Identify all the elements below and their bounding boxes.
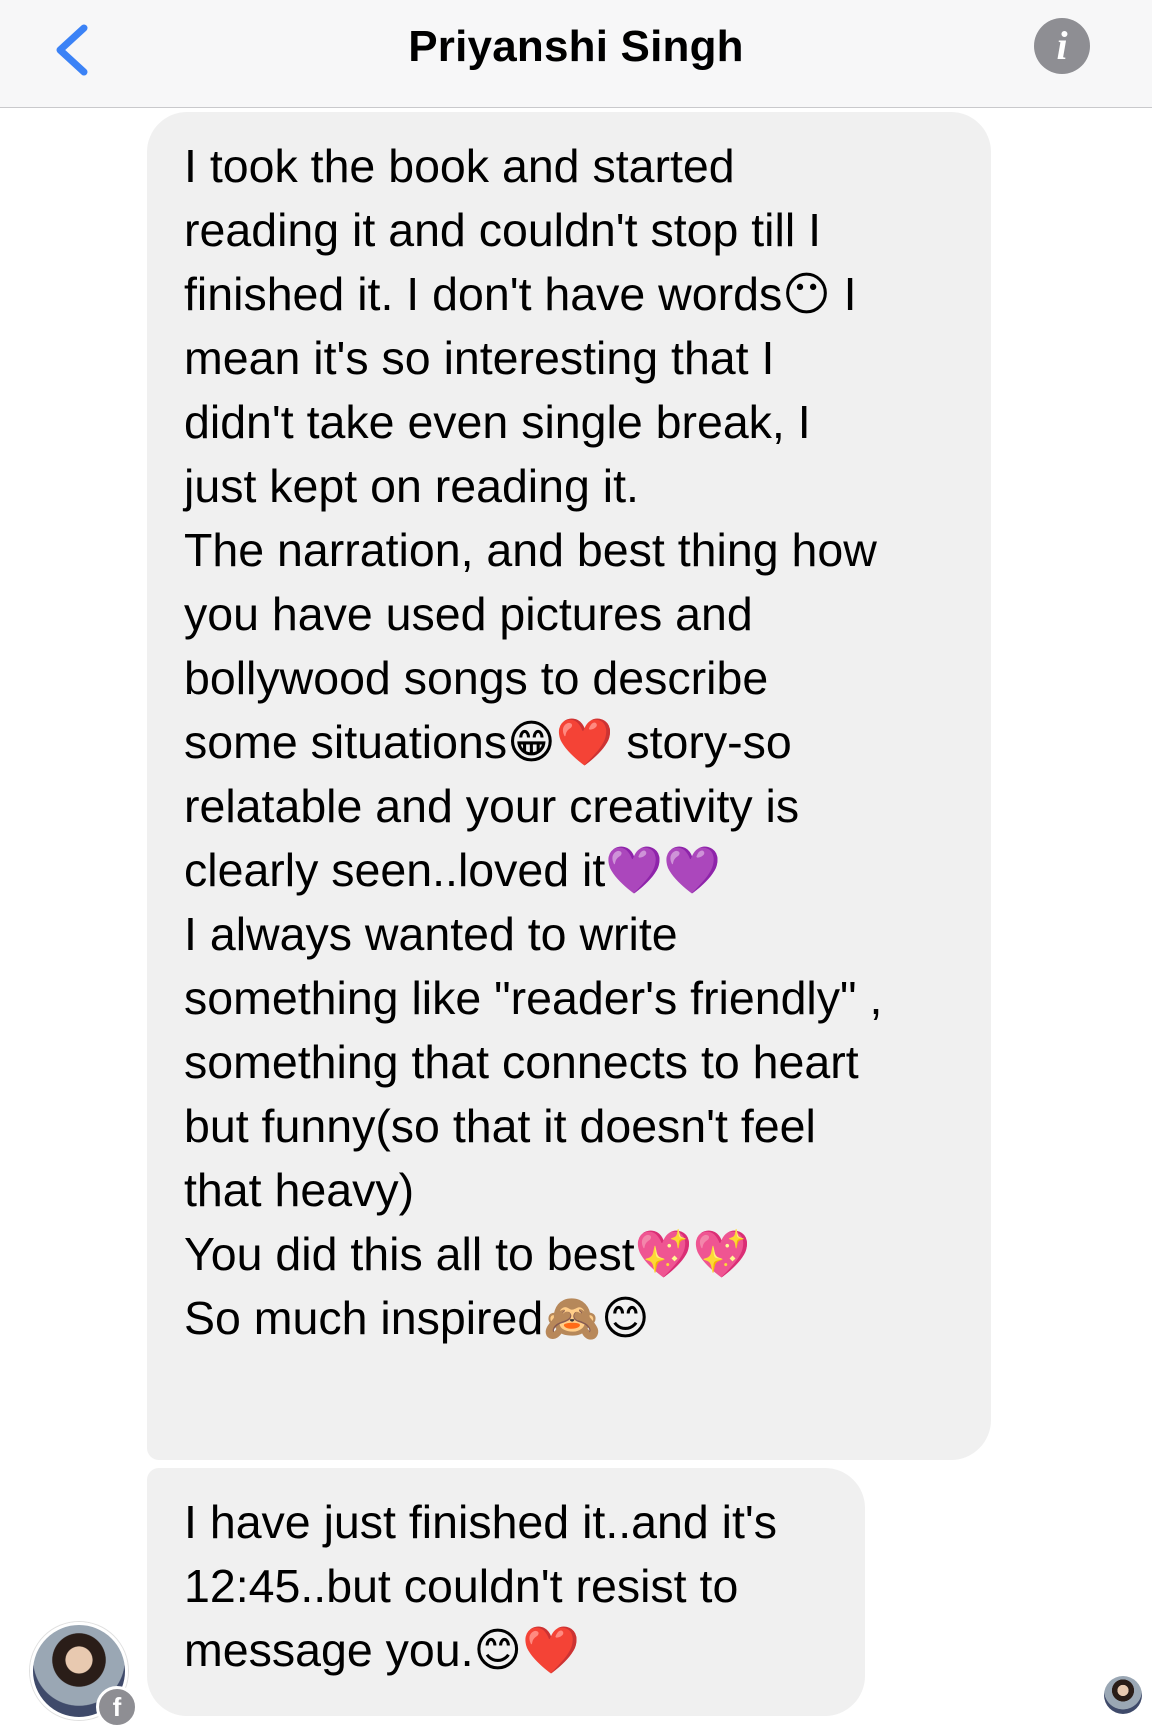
message-text: I have just finished it..and it's 12:45.…	[184, 1496, 778, 1676]
facebook-glyph: f	[112, 1692, 122, 1722]
message-bubble[interactable]: I have just finished it..and it's 12:45.…	[147, 1468, 865, 1716]
conversation-header: Priyanshi Singh i	[0, 0, 1152, 108]
message-bubble[interactable]: I took the book and started reading it a…	[147, 112, 991, 1460]
facebook-icon: f	[96, 1686, 138, 1728]
info-icon: i	[1056, 23, 1068, 68]
message-text: I took the book and started reading it a…	[184, 140, 883, 1344]
info-button[interactable]: i	[1034, 18, 1090, 74]
contact-name[interactable]: Priyanshi Singh	[0, 22, 1152, 72]
read-receipt-avatar	[1104, 1676, 1142, 1714]
